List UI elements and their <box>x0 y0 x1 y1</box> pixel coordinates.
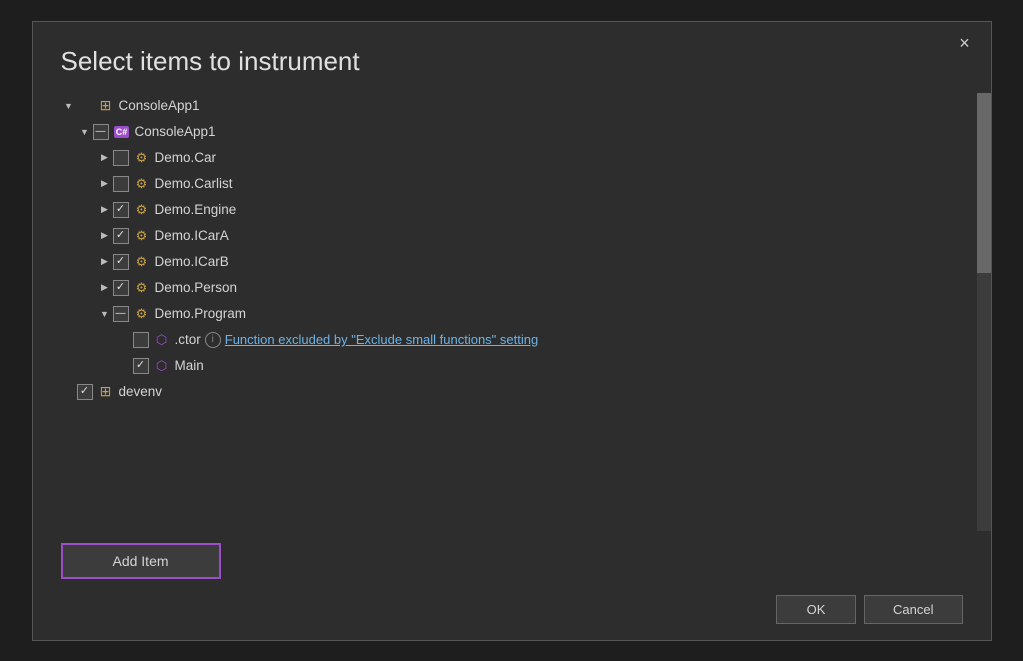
chevron-down-icon[interactable] <box>97 306 113 322</box>
scrollbar-track[interactable] <box>977 93 991 531</box>
tree-node-demo-person[interactable]: ⚙ Demo.Person <box>61 275 971 301</box>
tree-node-demo-carlist[interactable]: ⚙ Demo.Carlist <box>61 171 971 197</box>
exclude-link[interactable]: Function excluded by "Exclude small func… <box>225 332 538 347</box>
dialog-footer: OK Cancel <box>33 587 991 624</box>
bottom-area: Add Item <box>33 531 991 587</box>
chevron-right-icon[interactable] <box>97 228 113 244</box>
info-icon: i <box>205 332 221 348</box>
class-icon: ⚙ <box>133 253 151 271</box>
class-icon: ⚙ <box>133 279 151 297</box>
node-label: ConsoleApp1 <box>135 124 216 139</box>
tree-content: ⊞ ConsoleApp1 C# ConsoleApp1 ⚙ Demo.Car ⚙ Demo.… <box>61 93 991 531</box>
tree-node-consoleapp1-project[interactable]: C# ConsoleApp1 <box>61 119 971 145</box>
tree-node-demo-car[interactable]: ⚙ Demo.Car <box>61 145 971 171</box>
tree-node-ctor[interactable]: ⬡ .ctor i Function excluded by "Exclude sma… <box>61 327 971 353</box>
node-label: Main <box>175 358 204 373</box>
class-icon: ⚙ <box>133 175 151 193</box>
checkbox[interactable] <box>93 124 109 140</box>
dialog: × Select items to instrument ⊞ ConsoleApp… <box>32 21 992 641</box>
checkbox[interactable] <box>113 150 129 166</box>
chevron-right-icon[interactable] <box>97 254 113 270</box>
node-label: Demo.ICarB <box>155 254 229 269</box>
chevron-right-icon[interactable] <box>97 202 113 218</box>
devenv-icon: ⊞ <box>97 383 115 401</box>
tree-node-consoleapp1-solution[interactable]: ⊞ ConsoleApp1 <box>61 93 971 119</box>
node-label: devenv <box>119 384 163 399</box>
node-label: Demo.Person <box>155 280 238 295</box>
class-icon: ⚙ <box>133 201 151 219</box>
node-label: Demo.Program <box>155 306 247 321</box>
cube-icon: ⬡ <box>153 357 171 375</box>
class-icon: ⚙ <box>133 305 151 323</box>
tree-node-demo-icara[interactable]: ⚙ Demo.ICarA <box>61 223 971 249</box>
node-label: Demo.ICarA <box>155 228 229 243</box>
scrollbar-thumb[interactable] <box>977 93 991 273</box>
ok-button[interactable]: OK <box>776 595 856 624</box>
chevron-right-icon[interactable] <box>97 150 113 166</box>
checkbox[interactable] <box>113 254 129 270</box>
checkbox[interactable] <box>133 358 149 374</box>
chevron-right-icon[interactable] <box>97 280 113 296</box>
checkbox[interactable] <box>113 306 129 322</box>
checkbox[interactable] <box>133 332 149 348</box>
tree-node-main[interactable]: ⬡ Main <box>61 353 971 379</box>
close-button[interactable]: × <box>951 30 979 58</box>
solution-icon: ⊞ <box>97 97 115 115</box>
csharp-icon: C# <box>113 123 131 141</box>
checkbox[interactable] <box>113 176 129 192</box>
chevron-down-icon[interactable] <box>77 124 93 140</box>
chevron-down-icon[interactable] <box>61 98 77 114</box>
tree-node-demo-icarb[interactable]: ⚙ Demo.ICarB <box>61 249 971 275</box>
dialog-title: Select items to instrument <box>33 46 991 93</box>
chevron-right-icon[interactable] <box>97 176 113 192</box>
node-label: Demo.Car <box>155 150 217 165</box>
cancel-button[interactable]: Cancel <box>864 595 962 624</box>
tree-node-demo-engine[interactable]: ⚙ Demo.Engine <box>61 197 971 223</box>
node-label: .ctor <box>175 332 201 347</box>
cube-icon: ⬡ <box>153 331 171 349</box>
node-label: ConsoleApp1 <box>119 98 200 113</box>
node-label: Demo.Engine <box>155 202 237 217</box>
checkbox[interactable] <box>77 384 93 400</box>
checkbox[interactable] <box>113 280 129 296</box>
tree-node-demo-program[interactable]: ⚙ Demo.Program <box>61 301 971 327</box>
add-item-button[interactable]: Add Item <box>61 543 221 579</box>
tree-node-devenv[interactable]: ⊞ devenv <box>61 379 971 405</box>
checkbox[interactable] <box>113 202 129 218</box>
class-icon: ⚙ <box>133 227 151 245</box>
checkbox[interactable] <box>113 228 129 244</box>
tree-area: ⊞ ConsoleApp1 C# ConsoleApp1 ⚙ Demo.Car ⚙ Demo.… <box>33 93 991 531</box>
class-icon: ⚙ <box>133 149 151 167</box>
node-label: Demo.Carlist <box>155 176 233 191</box>
